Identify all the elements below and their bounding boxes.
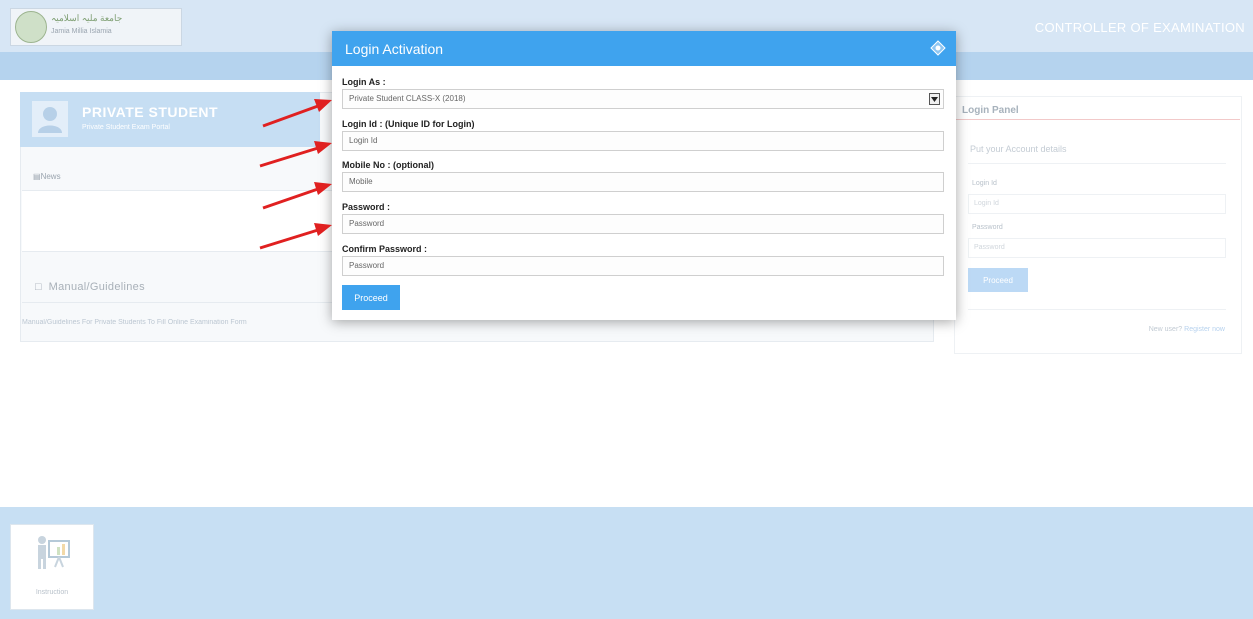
login-as-value: Private Student CLASS-X (2018)	[349, 94, 466, 103]
login-as-label: Login As :	[342, 77, 386, 87]
register-link[interactable]: Register now	[1184, 326, 1225, 333]
mobile-input[interactable]: Mobile	[342, 172, 944, 192]
proceed-button[interactable]: Proceed	[342, 285, 400, 310]
manual-guidelines-link[interactable]: Manual/Guidelines For Private Students T…	[22, 319, 342, 326]
news-label-text: News	[40, 172, 61, 181]
confirm-password-label: Confirm Password :	[342, 244, 428, 254]
login-as-select[interactable]: Private Student CLASS-X (2018)	[342, 89, 944, 109]
password-input[interactable]: Password	[342, 214, 944, 234]
logo-text-urdu: جامعة ملیہ اسلامیہ	[51, 13, 123, 23]
panel-login-id-label: Login Id	[972, 180, 997, 187]
register-text: New user? Register now	[1149, 326, 1225, 333]
instruction-tile[interactable]: Instruction	[10, 524, 94, 610]
panel-login-id-input[interactable]: Login Id	[968, 194, 1226, 214]
checkbox-icon: □	[35, 281, 42, 293]
student-card-title: PRIVATE STUDENT	[82, 104, 219, 120]
login-panel-title: Login Panel	[962, 105, 1019, 116]
modal-title: Login Activation	[345, 41, 444, 57]
login-id-label: Login Id : (Unique ID for Login)	[342, 119, 475, 129]
university-logo[interactable]: جامعة ملیہ اسلامیہ Jamia Millia Islamia	[10, 8, 182, 46]
footer-band	[0, 507, 1253, 619]
login-activation-modal: Login Activation Login As : Private Stud…	[332, 31, 956, 320]
panel-proceed-button[interactable]: Proceed	[968, 268, 1028, 292]
instruction-label: Instruction	[35, 589, 69, 596]
panel-password-label: Password	[972, 224, 1003, 231]
news-heading: ▤News	[33, 172, 61, 181]
register-prefix: New user?	[1148, 326, 1183, 333]
login-panel-description: Put your Account details	[970, 144, 1067, 154]
chevron-down-icon[interactable]	[929, 93, 940, 105]
private-student-card: PRIVATE STUDENT Private Student Exam Por…	[20, 92, 320, 147]
list-icon: ▤	[33, 172, 41, 181]
divider	[968, 163, 1226, 164]
logo-text-english: Jamia Millia Islamia	[51, 28, 112, 35]
password-label: Password :	[342, 202, 391, 212]
user-avatar-icon	[32, 101, 68, 137]
emblem-icon	[15, 11, 47, 43]
header-title: CONTROLLER OF EXAMINATION	[1034, 20, 1245, 35]
close-icon[interactable]	[930, 40, 946, 56]
confirm-password-input[interactable]: Password	[342, 256, 944, 276]
divider	[968, 309, 1226, 310]
presentation-icon	[33, 533, 71, 571]
modal-header: Login Activation	[332, 31, 956, 66]
student-card-subtitle: Private Student Exam Portal	[82, 124, 170, 131]
manual-title-text: Manual/Guidelines	[48, 281, 145, 293]
manual-heading: □ Manual/Guidelines	[35, 281, 145, 293]
divider	[956, 119, 1240, 120]
panel-password-input[interactable]: Password	[968, 238, 1226, 258]
mobile-label: Mobile No : (optional)	[342, 160, 434, 170]
login-id-input[interactable]: Login Id	[342, 131, 944, 151]
